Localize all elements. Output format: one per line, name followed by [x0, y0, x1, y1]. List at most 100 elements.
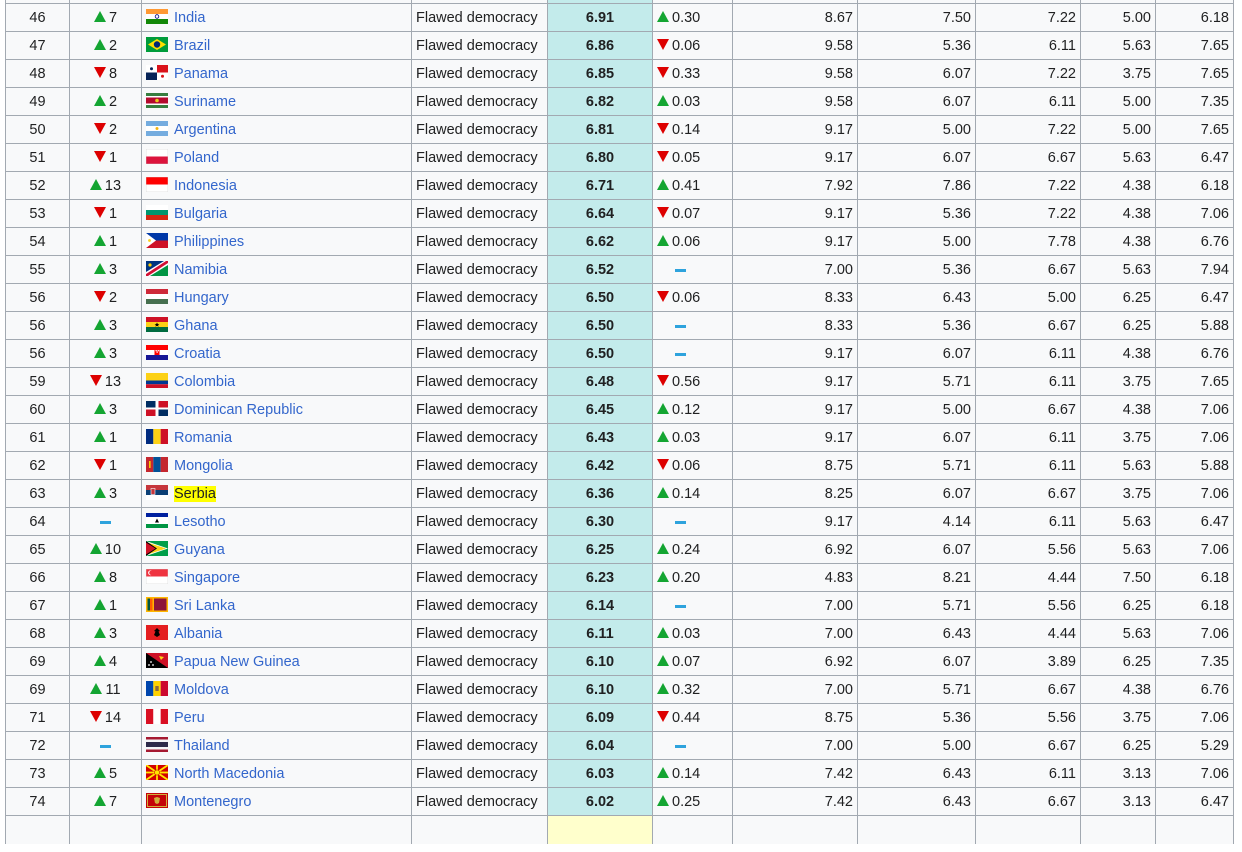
country-link[interactable]: Papua New Guinea — [174, 654, 300, 670]
regime-type-cell: Flawed democracy — [411, 143, 548, 172]
table-row: 47 2 Brazil Flawed democracy 6.86 0.06 9.58 5.3… — [5, 31, 1234, 60]
country-link[interactable]: Sri Lanka — [174, 598, 235, 614]
political-culture-cell: 6.25 — [1080, 731, 1156, 760]
country-cell: Ghana — [141, 311, 412, 340]
table-row: 63 3 Serbia Flawed democracy 6.36 0.14 8.25 6.0… — [5, 479, 1234, 508]
country-link[interactable]: Dominican Republic — [174, 402, 303, 418]
montenegro-flag-icon — [146, 793, 168, 809]
country-link[interactable]: Serbia — [174, 485, 216, 502]
rank-cell: 51 — [5, 143, 70, 172]
score-change-cell — [652, 591, 733, 620]
rank-change-value: 2 — [108, 121, 118, 138]
table-row: 52 13 Indonesia Flawed democracy 6.71 0.41 7.9… — [5, 171, 1234, 200]
score-change-cell: 0.33 — [652, 59, 733, 88]
country-link[interactable]: Albania — [174, 626, 222, 642]
rank-change-cell: 1 — [69, 451, 142, 480]
functioning-government-cell: 5.36 — [857, 311, 976, 340]
country-link[interactable]: Romania — [174, 430, 232, 446]
country-link[interactable]: Argentina — [174, 122, 236, 138]
ghana-flag-icon — [146, 317, 168, 333]
country-link[interactable]: Colombia — [174, 374, 235, 390]
country-cell: India — [141, 3, 412, 32]
overall-score-cell: 6.10 — [547, 647, 653, 676]
regime-type-cell: Flawed democracy — [411, 619, 548, 648]
bulgaria-flag-icon — [146, 205, 168, 221]
country-link[interactable]: North Macedonia — [174, 766, 284, 782]
score-change-value: 0.44 — [672, 709, 701, 726]
score-change-value: 0.06 — [672, 233, 701, 250]
table-row: 49 2 Suriname Flawed democracy 6.82 0.03 9.58 6… — [5, 87, 1234, 116]
political-participation-cell: 6.11 — [975, 759, 1081, 788]
country-link[interactable]: Lesotho — [174, 514, 226, 530]
decrease-arrow-icon — [93, 123, 106, 135]
table-row: 51 1 Poland Flawed democracy 6.80 0.05 9.17 6.0… — [5, 143, 1234, 172]
country-link[interactable]: Poland — [174, 150, 219, 166]
country-link[interactable]: Singapore — [174, 570, 240, 586]
brazil-flag-icon — [146, 37, 168, 53]
rank-change-value: 3 — [108, 401, 118, 418]
country-link[interactable]: Croatia — [174, 346, 221, 362]
country-link[interactable]: Moldova — [174, 682, 229, 698]
functioning-government-cell: 6.07 — [857, 535, 976, 564]
country-link[interactable]: Guyana — [174, 542, 225, 558]
country-cell: Albania — [141, 619, 412, 648]
country-link[interactable]: Panama — [174, 66, 228, 82]
political-culture-cell: 4.38 — [1080, 339, 1156, 368]
rank-change-value: 2 — [108, 93, 118, 110]
increase-arrow-icon — [657, 795, 669, 807]
increase-arrow-icon — [93, 767, 106, 779]
rank-change-value: 5 — [108, 765, 118, 782]
civil-liberties-cell: 6.76 — [1155, 339, 1234, 368]
country-link[interactable]: Hungary — [174, 290, 229, 306]
regime-type-cell: Flawed democracy — [411, 171, 548, 200]
rank-change-cell: 3 — [69, 619, 142, 648]
electoral-process-cell: 9.58 — [732, 59, 858, 88]
decrease-arrow-icon — [657, 291, 669, 303]
political-culture-cell: 5.63 — [1080, 507, 1156, 536]
table-row: 72 Thailand Flawed democracy 6.04 7.00 5.00 6.… — [5, 731, 1234, 760]
country-link[interactable]: Peru — [174, 710, 205, 726]
democracy-index-table: 46 7 India Flawed democracy 6.91 0.30 8.67 7.50… — [5, 0, 1234, 844]
rank-cell: 63 — [5, 479, 70, 508]
score-change-cell: 0.20 — [652, 563, 733, 592]
overall-score-cell: 6.14 — [547, 591, 653, 620]
country-link[interactable]: India — [174, 10, 205, 26]
country-link[interactable]: Namibia — [174, 262, 227, 278]
functioning-government-cell: 5.71 — [857, 675, 976, 704]
civil-liberties-cell: 6.47 — [1155, 787, 1234, 816]
country-link[interactable]: Ghana — [174, 318, 218, 334]
increase-arrow-icon — [93, 655, 106, 667]
country-link[interactable]: Montenegro — [174, 794, 251, 810]
country-cell: Mongolia — [141, 451, 412, 480]
increase-arrow-icon — [93, 599, 106, 611]
regime-type-cell: Flawed democracy — [411, 227, 548, 256]
electoral-process-cell: 9.17 — [732, 423, 858, 452]
country-link[interactable]: Brazil — [174, 38, 210, 54]
table-row: 54 1 Philippines Flawed democracy 6.62 0.06 9.… — [5, 227, 1234, 256]
table-row: 56 3 Croatia Flawed democracy 6.50 9.17 6.07 6.… — [5, 339, 1234, 368]
decrease-arrow-icon — [657, 207, 669, 219]
score-change-value: 0.14 — [672, 485, 701, 502]
regime-type-cell: Flawed democracy — [411, 423, 548, 452]
rank-change-cell: 3 — [69, 311, 142, 340]
political-participation-cell: 4.44 — [975, 563, 1081, 592]
increase-arrow-icon — [93, 795, 106, 807]
country-link[interactable]: Philippines — [174, 234, 244, 250]
rank-change-value: 8 — [108, 65, 118, 82]
country-link[interactable]: Bulgaria — [174, 206, 227, 222]
country-cell: Panama — [141, 59, 412, 88]
score-change-value: 0.06 — [672, 457, 701, 474]
country-link[interactable]: Indonesia — [174, 178, 237, 194]
overall-score-cell: 6.25 — [547, 535, 653, 564]
functioning-government-cell: 6.43 — [857, 283, 976, 312]
decrease-arrow-icon — [93, 151, 106, 163]
country-link[interactable]: Thailand — [174, 738, 230, 754]
functioning-government-cell: 5.36 — [857, 703, 976, 732]
country-link[interactable]: Mongolia — [174, 458, 233, 474]
increase-arrow-icon — [657, 95, 669, 107]
namibia-flag-icon — [146, 261, 168, 277]
political-culture-cell: 4.38 — [1080, 675, 1156, 704]
country-link[interactable]: Suriname — [174, 94, 236, 110]
political-participation-cell: 6.11 — [975, 87, 1081, 116]
electoral-process-cell: 7.00 — [732, 675, 858, 704]
